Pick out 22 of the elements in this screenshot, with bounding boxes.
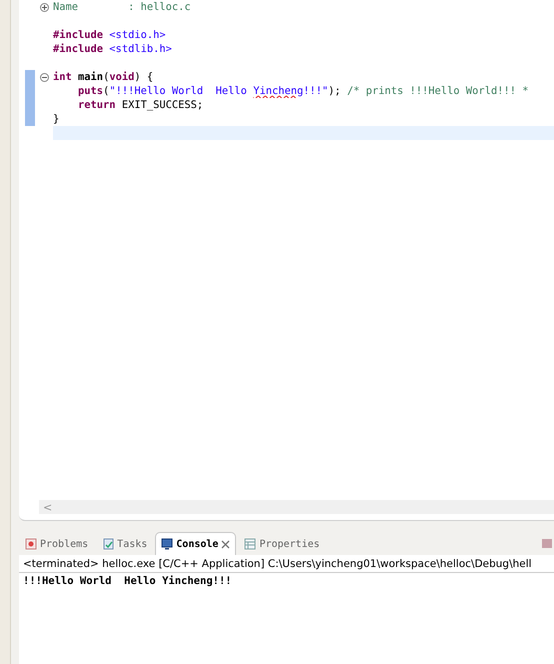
console-output: !!!Hello World Hello Yincheng!!! <box>22 574 233 589</box>
collapse-icon[interactable] <box>40 72 48 82</box>
code-line: return EXIT_SUCCESS; <box>77 98 204 112</box>
code-line: #include <stdio.h> <box>53 28 167 42</box>
panel-tab[interactable]: Console <box>155 532 236 555</box>
panel-tab[interactable]: Problems <box>19 532 94 555</box>
range-indicator <box>25 70 35 126</box>
table-icon <box>244 538 256 550</box>
code-editor[interactable]: Name : helloc.c #include <stdio.h> #include <stdlib.h> int main(void) { puts("!!!Hello World Hello Yincheng!!!"); /* prints !!!Hello World!!! * return EXIT_SUCCESS; } < <box>19 0 554 521</box>
panel-tab[interactable]: Tasks <box>96 532 154 555</box>
expand-icon[interactable] <box>40 2 48 12</box>
close-icon[interactable] <box>221 540 230 548</box>
monitor-icon <box>161 538 174 550</box>
console-header: <terminated> helloc.exe [C/C++ Application] C:\Users\yincheng01\workspace\helloc\Debug\hell <box>19 555 554 573</box>
code-line: Name : helloc.c <box>53 0 192 14</box>
code-line: int main(void) { <box>53 70 154 84</box>
panel-tab[interactable]: Properties <box>238 532 326 555</box>
code-line: } <box>53 112 60 126</box>
problems-icon <box>25 538 37 550</box>
code-line: puts("!!!Hello World Hello Yincheng!!!"); /* prints !!!Hello World!!! * <box>77 84 530 98</box>
clipboard-check-icon <box>102 538 114 550</box>
code-line: #include <stdlib.h> <box>53 42 173 56</box>
